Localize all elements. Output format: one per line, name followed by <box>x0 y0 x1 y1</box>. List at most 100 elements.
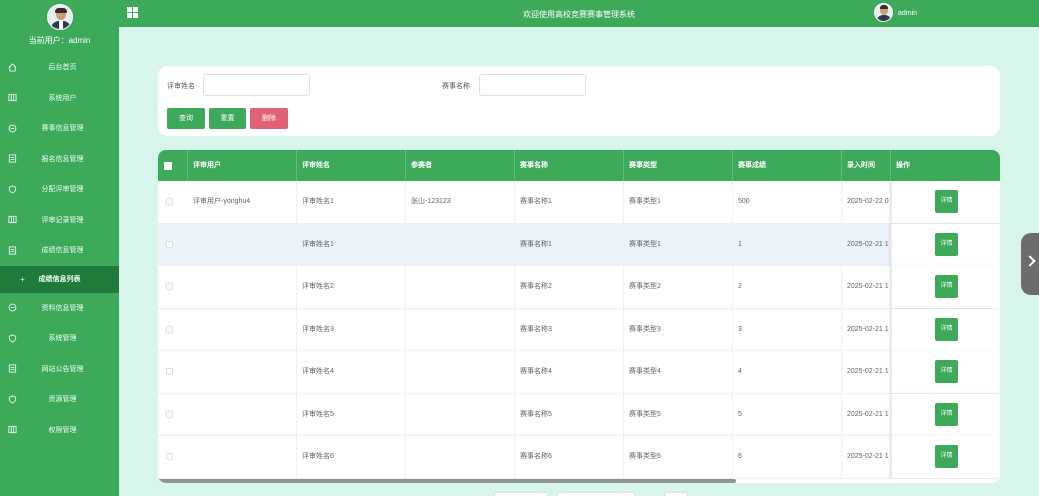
table-cell: 赛事名称1 <box>515 181 624 223</box>
column-header[interactable]: 赛事成绩 <box>733 150 842 181</box>
column-header[interactable]: 赛事名称 <box>515 150 624 181</box>
detail-button[interactable]: 详情 <box>935 317 958 341</box>
sidebar-item-event-info[interactable]: 赛事信息管理 <box>0 113 119 144</box>
table-row[interactable]: 评审姓名2 赛事名称2 赛事类型2 2 2025-02-21 1 详情 <box>158 266 1000 309</box>
sidebar-item-permissions[interactable]: 权限管理 <box>0 415 119 446</box>
column-header[interactable]: 赛事类型 <box>624 150 733 181</box>
table-cell: 赛事类型3 <box>624 308 733 351</box>
table-cell: 赛事名称2 <box>515 266 624 308</box>
select-all-checkbox[interactable] <box>164 162 172 170</box>
pagination-control[interactable] <box>557 492 635 496</box>
avatar[interactable] <box>46 4 73 30</box>
event-name-input[interactable] <box>479 74 586 96</box>
home-icon <box>8 63 17 72</box>
column-header[interactable]: 参赛者 <box>406 150 515 181</box>
row-checkbox[interactable] <box>166 453 173 460</box>
table-cell: 赛事名称5 <box>515 393 624 436</box>
detail-button[interactable]: 详情 <box>935 402 958 426</box>
shield-icon <box>8 185 17 194</box>
top-bar: 欢迎使用高校竞赛赛事管理系统 admin <box>119 0 1039 27</box>
row-checkbox[interactable] <box>166 283 173 290</box>
query-button[interactable]: 查询 <box>167 108 205 129</box>
table-cell: 赛事名称6 <box>515 436 624 478</box>
sidebar-item-score-info[interactable]: 成绩信息管理 <box>0 235 119 266</box>
detail-button[interactable]: 详情 <box>935 275 958 298</box>
pagination-control[interactable] <box>494 492 548 496</box>
table-row[interactable]: 评审用户-yonghu4 评审姓名1 张山-123123 赛事名称1 赛事类型1 500 2… <box>158 181 1000 224</box>
table-cell: 赛事类型1 <box>624 181 733 223</box>
table-row[interactable]: 评审姓名6 赛事名称6 赛事类型6 6 2025-02-21 1 详情 <box>158 436 1000 479</box>
table-row[interactable]: 评审姓名5 赛事名称5 赛事类型5 5 2025-02-21 1 详情 <box>158 393 1000 436</box>
reset-button[interactable]: 重置 <box>209 108 246 129</box>
row-checkbox[interactable] <box>166 410 173 418</box>
table-cell: 赛事名称4 <box>515 351 624 393</box>
chat-icon <box>8 303 17 312</box>
table-cell: 评审姓名1 <box>297 181 406 223</box>
delete-button[interactable]: 删除 <box>250 108 288 129</box>
sidebar-item-score-list[interactable]: + 成绩信息列表 <box>0 265 119 293</box>
sidebar-item-label: 后台首页 <box>48 64 77 72</box>
table-row[interactable]: 评审姓名4 赛事名称4 赛事类型4 4 2025-02-21 1 详情 <box>158 351 1000 394</box>
table-cell: 赛事名称1 <box>515 223 624 266</box>
detail-button[interactable]: 详情 <box>935 445 958 468</box>
document-icon <box>8 364 17 373</box>
sidebar-item-registration[interactable]: 报名信息管理 <box>0 144 119 175</box>
table-cell: 赛事类型6 <box>624 436 733 478</box>
row-checkbox[interactable] <box>166 368 173 375</box>
table-row[interactable]: 评审姓名1 赛事名称1 赛事类型1 1 2025-02-21 1 详情 <box>158 223 1000 266</box>
row-checkbox[interactable] <box>166 325 173 333</box>
table-cell: 2025-02-21 1 <box>842 266 891 308</box>
column-header[interactable]: 评审姓名 <box>297 150 406 181</box>
sidebar-item-label: 报名信息管理 <box>41 155 84 163</box>
sidebar-item-home[interactable]: 后台首页 <box>0 52 119 83</box>
plus-icon: + <box>20 274 25 284</box>
table-cell: 赛事类型1 <box>624 223 733 266</box>
detail-button[interactable]: 详情 <box>935 360 958 383</box>
reviewer-name-input[interactable] <box>203 74 310 96</box>
sidebar-item-assign-review[interactable]: 分配评审管理 <box>0 174 119 205</box>
table-cell: 2 <box>733 266 842 308</box>
table-cell <box>406 393 515 436</box>
column-header[interactable]: 录入时间 <box>842 150 891 181</box>
actions-cell: 详情 <box>891 351 1000 393</box>
sidebar-user: 当前用户：admin <box>0 0 119 50</box>
table-cell: 评审姓名1 <box>297 223 406 266</box>
sidebar-item-resources[interactable]: 资源管理 <box>0 384 119 415</box>
table-cell: 赛事类型2 <box>624 266 733 308</box>
table-cell: 2025-02-22 0 <box>842 181 891 223</box>
sidebar-item-system-admin[interactable]: 系统管理 <box>0 323 119 354</box>
row-checkbox[interactable] <box>166 240 173 248</box>
table-cell <box>406 351 515 393</box>
table-cell <box>406 308 515 351</box>
table-cell <box>188 266 297 308</box>
sidebar-item-materials[interactable]: 资料信息管理 <box>0 293 119 324</box>
table-cell: 500 <box>733 181 842 223</box>
table-cell: 2025-02-21 1 <box>842 351 891 393</box>
actions-cell: 详情 <box>891 223 1000 266</box>
table-cell: 4 <box>733 351 842 393</box>
drawer-toggle[interactable] <box>1021 233 1039 295</box>
table-cell <box>188 393 297 436</box>
row-checkbox[interactable] <box>166 198 173 205</box>
avatar[interactable] <box>874 3 893 22</box>
reviewer-name-label: 评审姓名 <box>167 83 195 90</box>
table-cell: 3 <box>733 308 842 351</box>
table-row[interactable]: 评审姓名3 赛事名称3 赛事类型3 3 2025-02-21 1 详情 <box>158 308 1000 351</box>
pagination-control[interactable] <box>664 492 688 496</box>
sidebar-item-review-records[interactable]: 评审记录管理 <box>0 205 119 236</box>
detail-button[interactable]: 详情 <box>935 190 958 213</box>
sidebar-item-system-users[interactable]: 系统用户 <box>0 83 119 114</box>
actions-cell: 详情 <box>891 181 1000 223</box>
table-cell: 6 <box>733 436 842 478</box>
horizontal-scrollbar[interactable] <box>158 479 736 483</box>
detail-button[interactable]: 详情 <box>935 232 958 256</box>
actions-cell: 详情 <box>891 308 1000 351</box>
table-cell: 2025-02-21 1 <box>842 223 891 266</box>
username[interactable]: admin <box>898 10 917 17</box>
column-header[interactable]: 评审用户 <box>188 150 297 181</box>
table-cell: 2025-02-21 1 <box>842 393 891 436</box>
table-cell: 赛事类型4 <box>624 351 733 393</box>
table-cell <box>188 351 297 393</box>
columns-icon <box>8 215 17 224</box>
sidebar-item-announcements[interactable]: 网站公告管理 <box>0 354 119 385</box>
